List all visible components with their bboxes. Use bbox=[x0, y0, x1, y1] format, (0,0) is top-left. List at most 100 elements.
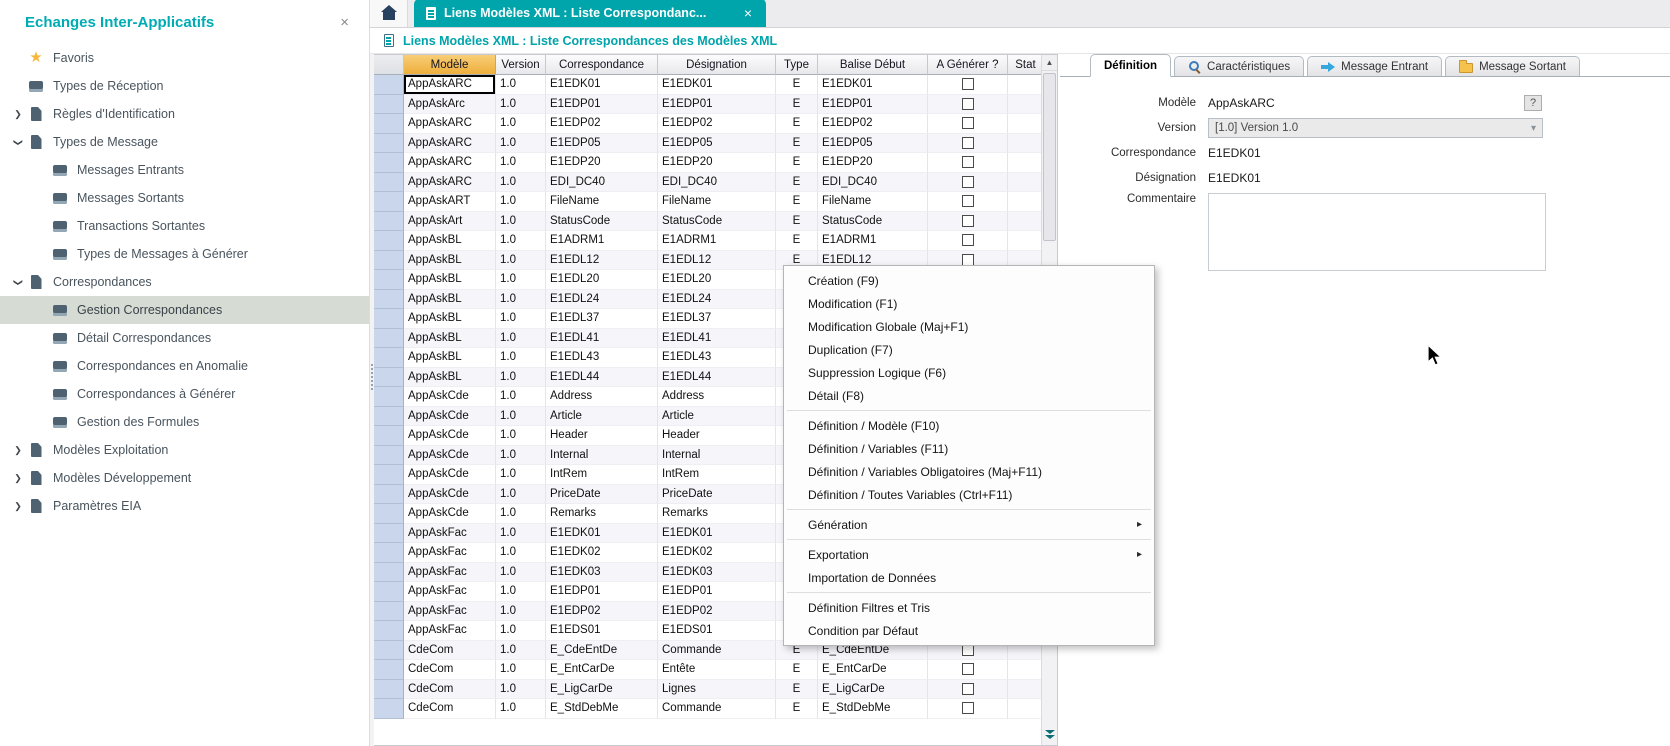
cell-modele[interactable]: AppAskARC bbox=[404, 153, 496, 173]
chevron-collapsed-icon[interactable]: ❯ bbox=[8, 445, 28, 456]
row-selector[interactable] bbox=[374, 134, 404, 154]
sidebar-item-correspondances-en-anomalie[interactable]: Correspondances en Anomalie bbox=[0, 352, 369, 380]
cell-designation[interactable]: E1EDK01 bbox=[658, 75, 776, 95]
scroll-to-end-button[interactable] bbox=[1042, 725, 1057, 745]
row-selector[interactable] bbox=[374, 504, 404, 524]
cell-a-generer[interactable] bbox=[928, 699, 1008, 719]
cell-modele[interactable]: AppAskArt bbox=[404, 212, 496, 232]
cell-designation[interactable]: E1EDS01 bbox=[658, 621, 776, 641]
cell-balise[interactable]: E1EDP02 bbox=[818, 114, 928, 134]
menu-item-condition-par-defaut[interactable]: Condition par Défaut bbox=[784, 619, 1154, 642]
menu-item-definition-modele-f10[interactable]: Définition / Modèle (F10) bbox=[784, 414, 1154, 437]
menu-item-exportation[interactable]: Exportation▸ bbox=[784, 543, 1154, 566]
cell-modele[interactable]: AppAskFac bbox=[404, 582, 496, 602]
cell-version[interactable]: 1.0 bbox=[496, 173, 546, 193]
cell-correspondance[interactable]: StatusCode bbox=[546, 212, 658, 232]
cell-modele[interactable]: AppAskBL bbox=[404, 368, 496, 388]
column-header-a-generer[interactable]: A Générer ? bbox=[928, 55, 1008, 75]
cell-correspondance[interactable]: E_CdeEntDe bbox=[546, 641, 658, 661]
menu-item-definition-filtres-et-tris[interactable]: Définition Filtres et Tris bbox=[784, 596, 1154, 619]
help-button[interactable]: ? bbox=[1524, 95, 1542, 111]
cell-a-generer[interactable] bbox=[928, 680, 1008, 700]
cell-type[interactable]: E bbox=[776, 134, 818, 154]
tab-message-sortant[interactable]: Message Sortant bbox=[1445, 56, 1580, 76]
cell-type[interactable]: E bbox=[776, 699, 818, 719]
cell-version[interactable]: 1.0 bbox=[496, 153, 546, 173]
row-selector[interactable] bbox=[374, 621, 404, 641]
cell-version[interactable]: 1.0 bbox=[496, 75, 546, 95]
cell-designation[interactable]: Entête bbox=[658, 660, 776, 680]
cell-correspondance[interactable]: E1EDL24 bbox=[546, 290, 658, 310]
cell-version[interactable]: 1.0 bbox=[496, 680, 546, 700]
sidebar-item-types-de-message[interactable]: ❯Types de Message bbox=[0, 128, 369, 156]
table-row[interactable]: AppAskARC1.0E1EDP02E1EDP02EE1EDP02 bbox=[374, 114, 1041, 134]
cell-designation[interactable]: E1EDK03 bbox=[658, 563, 776, 583]
sidebar-item-modeles-exploitation[interactable]: ❯Modèles Exploitation bbox=[0, 436, 369, 464]
cell-modele[interactable]: AppAskFac bbox=[404, 621, 496, 641]
sidebar-item-favoris[interactable]: ★Favoris bbox=[0, 44, 369, 72]
cell-version[interactable]: 1.0 bbox=[496, 231, 546, 251]
chevron-collapsed-icon[interactable]: ❯ bbox=[8, 473, 28, 484]
table-row[interactable]: CdeCom1.0E_EntCarDeEntêteEE_EntCarDe bbox=[374, 660, 1041, 680]
scroll-up-button[interactable]: ▲ bbox=[1042, 55, 1057, 71]
sidebar-item-messages-entrants[interactable]: Messages Entrants bbox=[0, 156, 369, 184]
cell-correspondance[interactable]: E1EDL20 bbox=[546, 270, 658, 290]
tab-message-entrant[interactable]: Message Entrant bbox=[1307, 56, 1442, 76]
cell-correspondance[interactable]: E1EDP01 bbox=[546, 582, 658, 602]
row-selector[interactable] bbox=[374, 407, 404, 427]
cell-designation[interactable]: Header bbox=[658, 426, 776, 446]
cell-designation[interactable]: StatusCode bbox=[658, 212, 776, 232]
row-selector[interactable] bbox=[374, 329, 404, 349]
cell-a-generer[interactable] bbox=[928, 75, 1008, 95]
cell-correspondance[interactable]: E1ADRM1 bbox=[546, 231, 658, 251]
chevron-expanded-icon[interactable]: ❯ bbox=[13, 272, 24, 292]
cell-version[interactable]: 1.0 bbox=[496, 387, 546, 407]
row-selector[interactable] bbox=[374, 348, 404, 368]
cell-balise[interactable]: E1EDP01 bbox=[818, 95, 928, 115]
cell-version[interactable]: 1.0 bbox=[496, 270, 546, 290]
generer-checkbox[interactable] bbox=[962, 215, 974, 227]
cell-designation[interactable]: Commande bbox=[658, 641, 776, 661]
column-header-correspondance[interactable]: Correspondance bbox=[546, 55, 658, 75]
sidebar-item-transactions-sortantes[interactable]: Transactions Sortantes bbox=[0, 212, 369, 240]
cell-correspondance[interactable]: Article bbox=[546, 407, 658, 427]
sidebar-item-gestion-des-formules[interactable]: Gestion des Formules bbox=[0, 408, 369, 436]
chevron-collapsed-icon[interactable]: ❯ bbox=[8, 501, 28, 512]
cell-correspondance[interactable]: Internal bbox=[546, 446, 658, 466]
table-row[interactable]: AppAskBL1.0E1ADRM1E1ADRM1EE1ADRM1 bbox=[374, 231, 1041, 251]
sidebar-item-messages-sortants[interactable]: Messages Sortants bbox=[0, 184, 369, 212]
cell-version[interactable]: 1.0 bbox=[496, 309, 546, 329]
cell-modele[interactable]: AppAskARC bbox=[404, 134, 496, 154]
row-selector[interactable] bbox=[374, 309, 404, 329]
cell-modele[interactable]: CdeCom bbox=[404, 641, 496, 661]
cell-version[interactable]: 1.0 bbox=[496, 621, 546, 641]
cell-balise[interactable]: E1EDP20 bbox=[818, 153, 928, 173]
table-row[interactable]: CdeCom1.0E_StdDebMeCommandeEE_StdDebMe bbox=[374, 699, 1041, 719]
home-tab[interactable] bbox=[370, 0, 408, 27]
row-selector[interactable] bbox=[374, 173, 404, 193]
tab-definition[interactable]: Définition bbox=[1090, 54, 1171, 77]
generer-checkbox[interactable] bbox=[962, 683, 974, 695]
cell-balise[interactable]: FileName bbox=[818, 192, 928, 212]
cell-modele[interactable]: AppAskCde bbox=[404, 504, 496, 524]
generer-checkbox[interactable] bbox=[962, 137, 974, 149]
generer-checkbox[interactable] bbox=[962, 117, 974, 129]
cell-version[interactable]: 1.0 bbox=[496, 524, 546, 544]
cell-designation[interactable]: E1EDK01 bbox=[658, 524, 776, 544]
cell-correspondance[interactable]: E_StdDebMe bbox=[546, 699, 658, 719]
cell-correspondance[interactable]: IntRem bbox=[546, 465, 658, 485]
cell-balise[interactable]: E_StdDebMe bbox=[818, 699, 928, 719]
cell-type[interactable]: E bbox=[776, 212, 818, 232]
row-selector[interactable] bbox=[374, 212, 404, 232]
cell-balise[interactable]: E_EntCarDe bbox=[818, 660, 928, 680]
scrollbar-thumb[interactable] bbox=[1043, 73, 1056, 241]
row-selector[interactable] bbox=[374, 543, 404, 563]
cell-correspondance[interactable]: FileName bbox=[546, 192, 658, 212]
row-selector[interactable] bbox=[374, 446, 404, 466]
cell-designation[interactable]: E1EDL12 bbox=[658, 251, 776, 271]
cell-designation[interactable]: E1EDL24 bbox=[658, 290, 776, 310]
row-selector[interactable] bbox=[374, 95, 404, 115]
table-row[interactable]: AppAskArc1.0E1EDP01E1EDP01EE1EDP01 bbox=[374, 95, 1041, 115]
cell-correspondance[interactable]: E1EDK01 bbox=[546, 75, 658, 95]
row-selector[interactable] bbox=[374, 251, 404, 271]
